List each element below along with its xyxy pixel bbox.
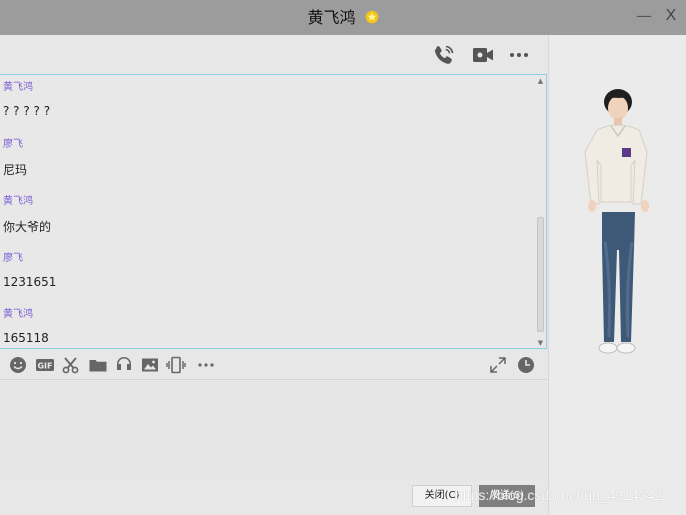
input-toolbar: GIF [0,351,547,379]
message-sender: 黄飞鸿 [3,82,33,93]
scissors-icon[interactable] [61,355,81,375]
star-icon [365,10,378,24]
title-bar: 黄飞鸿 — X [0,0,686,35]
message-sender: 黄飞鸿 [3,196,33,207]
music-icon[interactable] [114,355,134,375]
gif-icon[interactable]: GIF [35,355,55,375]
message-input-area[interactable] [0,381,547,481]
message-list[interactable]: 黄飞鸿 ? ? ? ? ? 廖飞 尼玛 黄飞鸿 你大爷的 廖飞 1231651 … [0,74,547,349]
message-sender: 廖飞 [3,253,23,264]
video-call-icon[interactable] [471,43,495,67]
message-text: 1231651 [3,275,57,289]
expand-icon[interactable] [488,355,508,375]
contact-name: 黄飞鸿 [307,8,356,27]
message-text: 你大爷的 [3,220,52,234]
scroll-down-arrow-icon[interactable]: ▼ [536,338,545,348]
scrollbar[interactable]: ▲ ▼ [536,76,545,348]
more-tools-icon[interactable] [196,355,216,375]
message-sender: 黄飞鸿 [3,309,33,320]
minimize-button[interactable]: — [636,6,652,26]
history-clock-icon[interactable] [516,355,536,375]
scroll-up-arrow-icon[interactable]: ▲ [536,76,545,86]
scroll-thumb[interactable] [537,217,544,332]
toolbar-divider [0,379,547,380]
message-text: 尼玛 [3,163,28,177]
shake-icon[interactable] [166,355,186,375]
close-window-button[interactable]: X [664,6,678,26]
folder-icon[interactable] [88,355,108,375]
svg-text:GIF: GIF [37,362,52,371]
scroll-track[interactable] [537,87,544,337]
message-sender: 廖飞 [3,139,23,150]
emoji-icon[interactable] [8,355,28,375]
message-text: 165118 [3,331,49,345]
message-text: ? ? ? ? ? [3,104,51,118]
image-icon[interactable] [140,355,160,375]
more-icon[interactable] [507,43,531,67]
window-title: 黄飞鸿 [0,0,686,35]
avatar-figure [584,89,649,354]
watermark-text: https://blog.csdn.net/qq_49143427 [455,487,670,503]
phone-call-icon[interactable] [432,43,456,67]
